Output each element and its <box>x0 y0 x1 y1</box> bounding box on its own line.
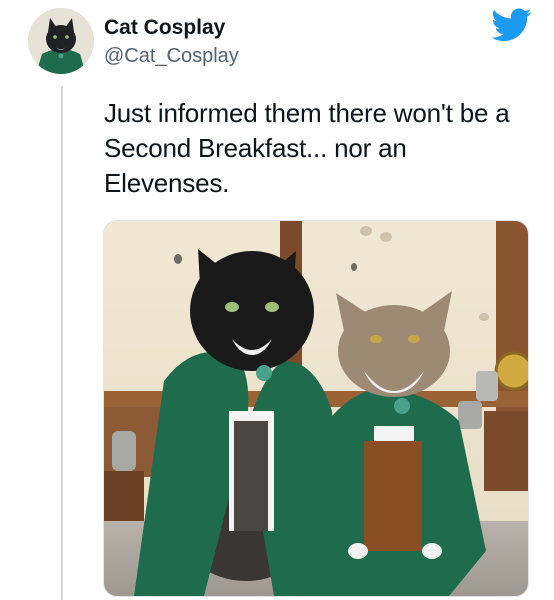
avatar[interactable] <box>28 8 94 74</box>
thread-connector-line <box>61 86 63 600</box>
twitter-bird-icon[interactable] <box>491 8 532 42</box>
tweet-text: Just informed them there won't be a Seco… <box>104 98 510 198</box>
avatar-image <box>28 8 94 74</box>
tweet-photo[interactable] <box>103 220 529 597</box>
tweet-author: Cat Cosplay @Cat_Cosplay <box>104 16 239 68</box>
author-handle[interactable]: @Cat_Cosplay <box>104 44 239 68</box>
author-display-name[interactable]: Cat Cosplay <box>104 16 239 40</box>
cats-in-cloaks-image <box>104 221 528 596</box>
